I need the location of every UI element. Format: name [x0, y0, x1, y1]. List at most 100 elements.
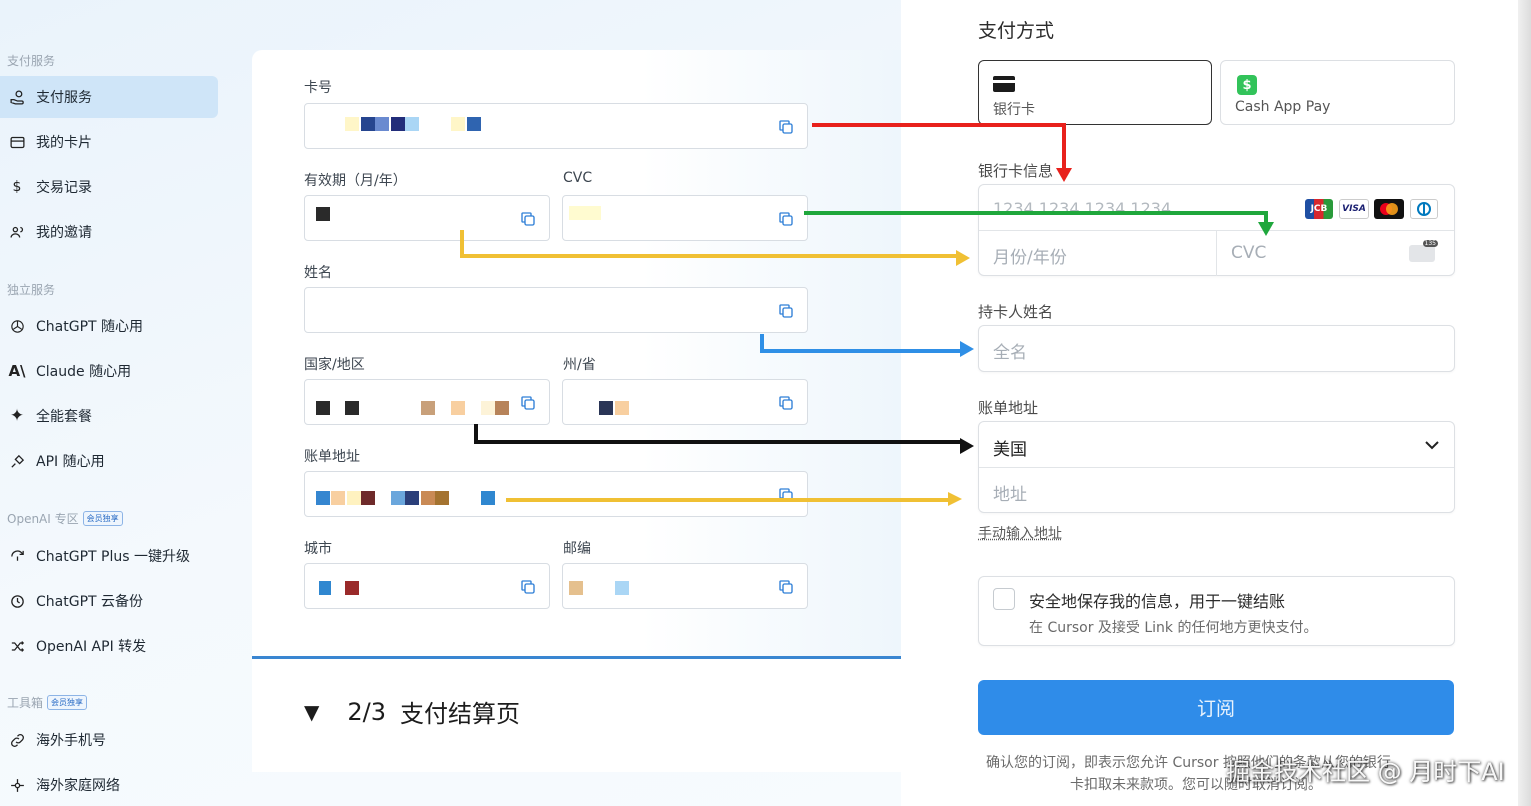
sidebar-section-title: 独立服务 [7, 283, 56, 297]
billing-label: 账单地址 [978, 399, 1039, 417]
sidebar-item-label: OpenAI API 转发 [36, 639, 147, 655]
expiry-field[interactable] [304, 195, 550, 241]
openai-icon [8, 317, 26, 335]
watermark: 掘金技术社区 @ 月时下AI [1226, 758, 1505, 786]
sidebar-item-transactions[interactable]: $ 交易记录 [0, 166, 218, 208]
save-info-subtitle: 在 Cursor 及接受 Link 的任何地方更快支付。 [1029, 620, 1318, 636]
card-number-input[interactable]: 1234 1234 1234 1234 [993, 199, 1171, 218]
cardholder-input[interactable]: 全名 [978, 325, 1455, 372]
sidebar-item-plus-upgrade[interactable]: ChatGPT Plus 一键升级 [0, 535, 218, 577]
card-number-label: 卡号 [304, 80, 332, 96]
sidebar-item-api[interactable]: API 随心用 [0, 440, 218, 482]
copy-icon[interactable] [519, 578, 537, 596]
copy-icon[interactable] [777, 118, 795, 136]
payment-method-cashapp[interactable]: $ Cash App Pay [1220, 60, 1455, 125]
sidebar-item-label: 我的邀请 [36, 225, 92, 241]
sidebar-item-api-relay[interactable]: OpenAI API 转发 [0, 625, 218, 667]
dollar-icon: $ [12, 179, 22, 195]
card-icon [993, 76, 1015, 92]
sparkle-icon: ✦ [9, 406, 25, 426]
card-icon [8, 133, 26, 151]
sidebar-item-label: 我的卡片 [36, 135, 92, 151]
redacted-pixel [345, 581, 359, 595]
cvc-field[interactable] [562, 195, 808, 241]
redacted-pixel [361, 491, 375, 505]
redacted-pixel [451, 117, 465, 131]
sidebar-item-claude[interactable]: A\ Claude 随心用 [0, 350, 218, 392]
window-edge [1518, 0, 1531, 806]
card-number-field[interactable] [304, 103, 808, 149]
redacted-pixel [615, 581, 629, 595]
copy-icon[interactable] [777, 578, 795, 596]
billing-group: 美国 地址 [978, 421, 1455, 513]
sidebar-item-label: ChatGPT Plus 一键升级 [36, 549, 190, 565]
expiry-label: 有效期（月/年） [304, 173, 407, 189]
copy-icon[interactable] [519, 394, 537, 412]
name-field[interactable] [304, 287, 808, 333]
redacted-pixel [421, 401, 435, 415]
sidebar-item-my-cards[interactable]: 我的卡片 [0, 121, 218, 163]
card-info-group: 1234 1234 1234 1234 JCB VISA 月份/年份 CVC 1… [978, 184, 1455, 276]
country-select[interactable]: 美国 [993, 435, 1027, 460]
address-input[interactable]: 地址 [993, 480, 1027, 505]
copy-icon[interactable] [777, 394, 795, 412]
manual-address-link[interactable]: 手动输入地址 [978, 523, 1062, 543]
network-icon [8, 776, 26, 794]
sidebar-item-label: ChatGPT 随心用 [36, 319, 144, 335]
step-title: 支付结算页 [400, 700, 521, 728]
redacted-pixel [316, 207, 330, 221]
city-label: 城市 [304, 541, 332, 557]
save-info-checkbox[interactable] [993, 588, 1015, 610]
cvc-label: CVC [563, 170, 593, 186]
sidebar-item-label: 全能套餐 [36, 409, 92, 425]
save-info-title: 安全地保存我的信息，用于一键结账 [1029, 592, 1286, 611]
payment-method-card[interactable]: 银行卡 [978, 60, 1212, 125]
chevron-down-icon[interactable] [1424, 439, 1440, 451]
redacted-pixel [481, 401, 495, 415]
subscribe-button[interactable]: 订阅 [978, 680, 1454, 735]
sidebar-item-payment-service[interactable]: 支付服务 [0, 76, 218, 118]
sidebar-item-label: 交易记录 [36, 180, 92, 196]
cvc-input[interactable]: CVC [1231, 243, 1266, 263]
copy-icon[interactable] [777, 302, 795, 320]
clock-icon [8, 592, 26, 610]
redacted-pixel [435, 491, 449, 505]
billing-address-field[interactable] [304, 471, 808, 517]
sidebar-item-chatgpt[interactable]: ChatGPT 随心用 [0, 305, 218, 347]
payment-method-title: 支付方式 [978, 20, 1055, 42]
collapse-triangle-icon[interactable]: ▼ [304, 700, 319, 724]
copy-icon[interactable] [777, 210, 795, 228]
redacted-pixel [599, 401, 613, 415]
save-info-box: 安全地保存我的信息，用于一键结账 在 Cursor 及接受 Link 的任何地方… [978, 576, 1455, 646]
arrow-head-red [1056, 168, 1072, 182]
sidebar-item-label: 海外家庭网络 [36, 778, 120, 794]
expiry-input[interactable]: 月份/年份 [993, 243, 1067, 268]
sidebar-item-phone[interactable]: 海外手机号 [0, 719, 218, 761]
redacted-pixel [331, 491, 345, 505]
step-header[interactable]: ▼ 2/3 支付结算页 [304, 694, 520, 729]
sidebar: 支付服务 支付服务 我的卡片 $ 交易记录 我的邀请 独立服务 ChatGPT … [0, 0, 230, 806]
country-field[interactable] [304, 379, 550, 425]
city-field[interactable] [304, 563, 550, 609]
redacted-pixel [319, 581, 331, 595]
name-label: 姓名 [304, 265, 332, 281]
redacted-pixel [451, 401, 465, 415]
state-label: 州/省 [563, 357, 596, 373]
state-field[interactable] [562, 379, 808, 425]
sidebar-item-label: ChatGPT 云备份 [36, 594, 144, 610]
redacted-pixel [345, 117, 359, 131]
copy-icon[interactable] [519, 210, 537, 228]
sidebar-item-invites[interactable]: 我的邀请 [0, 211, 218, 253]
mastercard-icon [1374, 199, 1404, 219]
redacted-pixel [391, 491, 405, 505]
sidebar-item-cloud-backup[interactable]: ChatGPT 云备份 [0, 580, 218, 622]
cashapp-icon: $ [1237, 75, 1257, 95]
payment-method-label: 银行卡 [993, 102, 1035, 118]
copy-icon[interactable] [777, 486, 795, 504]
arrow-head-blue [960, 341, 974, 357]
redacted-pixel [405, 491, 419, 505]
zip-field[interactable] [562, 563, 808, 609]
sidebar-item-all-in-one[interactable]: ✦ 全能套餐 [0, 395, 218, 437]
sidebar-item-network[interactable]: 海外家庭网络 [0, 764, 218, 806]
cardholder-label: 持卡人姓名 [978, 303, 1054, 321]
